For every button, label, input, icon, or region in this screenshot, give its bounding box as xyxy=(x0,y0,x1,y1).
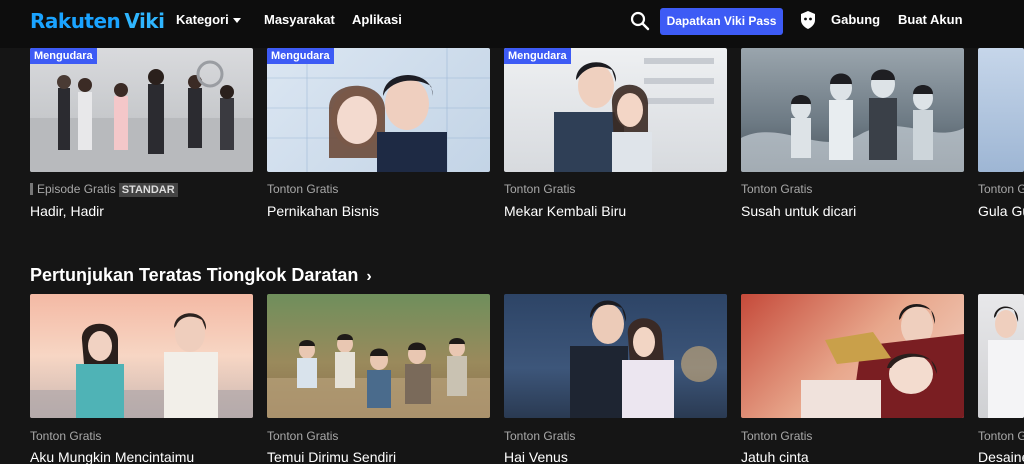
rakuten-viki-logo[interactable]: Rakuten Viki xyxy=(30,9,165,33)
show-thumbnail xyxy=(30,294,253,418)
show-meta: Tonton Gratis xyxy=(267,182,339,196)
show-card-hadir-hadir[interactable]: Mengudara Episode Gratis STANDAR Hadir, H… xyxy=(30,48,253,228)
show-card-hai-venus[interactable]: Tonton Gratis Hai Venus xyxy=(504,294,727,464)
show-meta: Episode Gratis STANDAR xyxy=(30,182,178,197)
show-meta: Tonton Gratis xyxy=(741,429,813,443)
show-meta: Tonton Gratis xyxy=(30,429,102,443)
episode-marker-icon xyxy=(30,183,33,195)
on-air-badge: Mengudara xyxy=(30,48,97,64)
show-meta: Tonton Gratis xyxy=(504,182,576,196)
chevron-down-icon xyxy=(232,18,241,24)
nav-aplikasi[interactable]: Aplikasi xyxy=(352,12,402,27)
show-title[interactable]: Mekar Kembali Biru xyxy=(504,203,626,219)
show-thumbnail: Mengudara xyxy=(30,48,253,172)
show-thumbnail xyxy=(741,294,964,418)
section-title-text: Pertunjukan Teratas Tiongkok Daratan xyxy=(30,265,359,285)
show-meta: Tonton Gratis xyxy=(267,429,339,443)
show-card-susah-untuk-dicari[interactable]: Tonton Gratis Susah untuk dicari xyxy=(741,48,964,228)
show-title[interactable]: Desaine xyxy=(978,449,1024,464)
search-icon[interactable] xyxy=(630,11,650,31)
show-title[interactable]: Susah untuk dicari xyxy=(741,203,856,219)
show-meta: Tonton Gratis xyxy=(504,429,576,443)
section-title-top-china[interactable]: Pertunjukan Teratas Tiongkok Daratan › xyxy=(30,265,372,286)
nav-masyarakat[interactable]: Masyarakat xyxy=(264,12,335,27)
show-title[interactable]: Hadir, Hadir xyxy=(30,203,104,219)
join-link[interactable]: Gabung xyxy=(831,12,880,27)
show-title[interactable]: Hai Venus xyxy=(504,449,568,464)
show-thumbnail xyxy=(741,48,964,172)
on-air-badge: Mengudara xyxy=(267,48,334,64)
show-meta-text: Episode Gratis xyxy=(37,182,116,196)
show-card-temui-dirimu-sendiri[interactable]: Tonton Gratis Temui Dirimu Sendiri xyxy=(267,294,490,464)
on-air-badge: Mengudara xyxy=(504,48,571,64)
create-account-link[interactable]: Buat Akun xyxy=(898,12,963,27)
show-thumbnail xyxy=(504,294,727,418)
nav-kategori-label: Kategori xyxy=(176,12,229,27)
show-thumbnail xyxy=(978,294,1024,418)
show-card-aku-mungkin-mencintaimu[interactable]: Tonton Gratis Aku Mungkin Mencintaimu xyxy=(30,294,253,464)
top-nav-bar: Rakuten Viki Kategori Masyarakat Aplikasi… xyxy=(0,0,1024,48)
standard-tag: STANDAR xyxy=(118,183,178,197)
show-thumbnail xyxy=(267,294,490,418)
show-thumbnail: Mengudara xyxy=(504,48,727,172)
show-meta: Tonton G xyxy=(978,429,1024,443)
logo-brand: Rakuten xyxy=(30,9,121,33)
show-card-gula-gu[interactable]: Tonton G Gula Gu xyxy=(978,48,1024,228)
show-card-desaine[interactable]: Tonton G Desaine xyxy=(978,294,1024,464)
chevron-right-icon: › xyxy=(366,268,372,285)
show-thumbnail: Mengudara xyxy=(267,48,490,172)
show-title[interactable]: Pernikahan Bisnis xyxy=(267,203,379,219)
logo-product: Viki xyxy=(124,9,165,33)
show-card-pernikahan-bisnis[interactable]: Mengudara Tonton Gratis Pernikahan Bisni… xyxy=(267,48,490,228)
get-viki-pass-button[interactable]: Dapatkan Viki Pass xyxy=(660,8,783,35)
show-title[interactable]: Gula Gu xyxy=(978,203,1024,219)
nav-kategori[interactable]: Kategori xyxy=(176,12,241,27)
show-card-mekar-kembali-biru[interactable]: Mengudara Tonton Gratis Mekar Kembali Bi… xyxy=(504,48,727,228)
show-title[interactable]: Temui Dirimu Sendiri xyxy=(267,449,396,464)
show-title[interactable]: Aku Mungkin Mencintaimu xyxy=(30,449,194,464)
viki-pass-shield-icon xyxy=(801,11,815,29)
show-meta: Tonton G xyxy=(978,182,1024,196)
show-meta: Tonton Gratis xyxy=(741,182,813,196)
show-title[interactable]: Jatuh cinta xyxy=(741,449,809,464)
show-card-jatuh-cinta[interactable]: Tonton Gratis Jatuh cinta xyxy=(741,294,964,464)
show-thumbnail xyxy=(978,48,1024,172)
